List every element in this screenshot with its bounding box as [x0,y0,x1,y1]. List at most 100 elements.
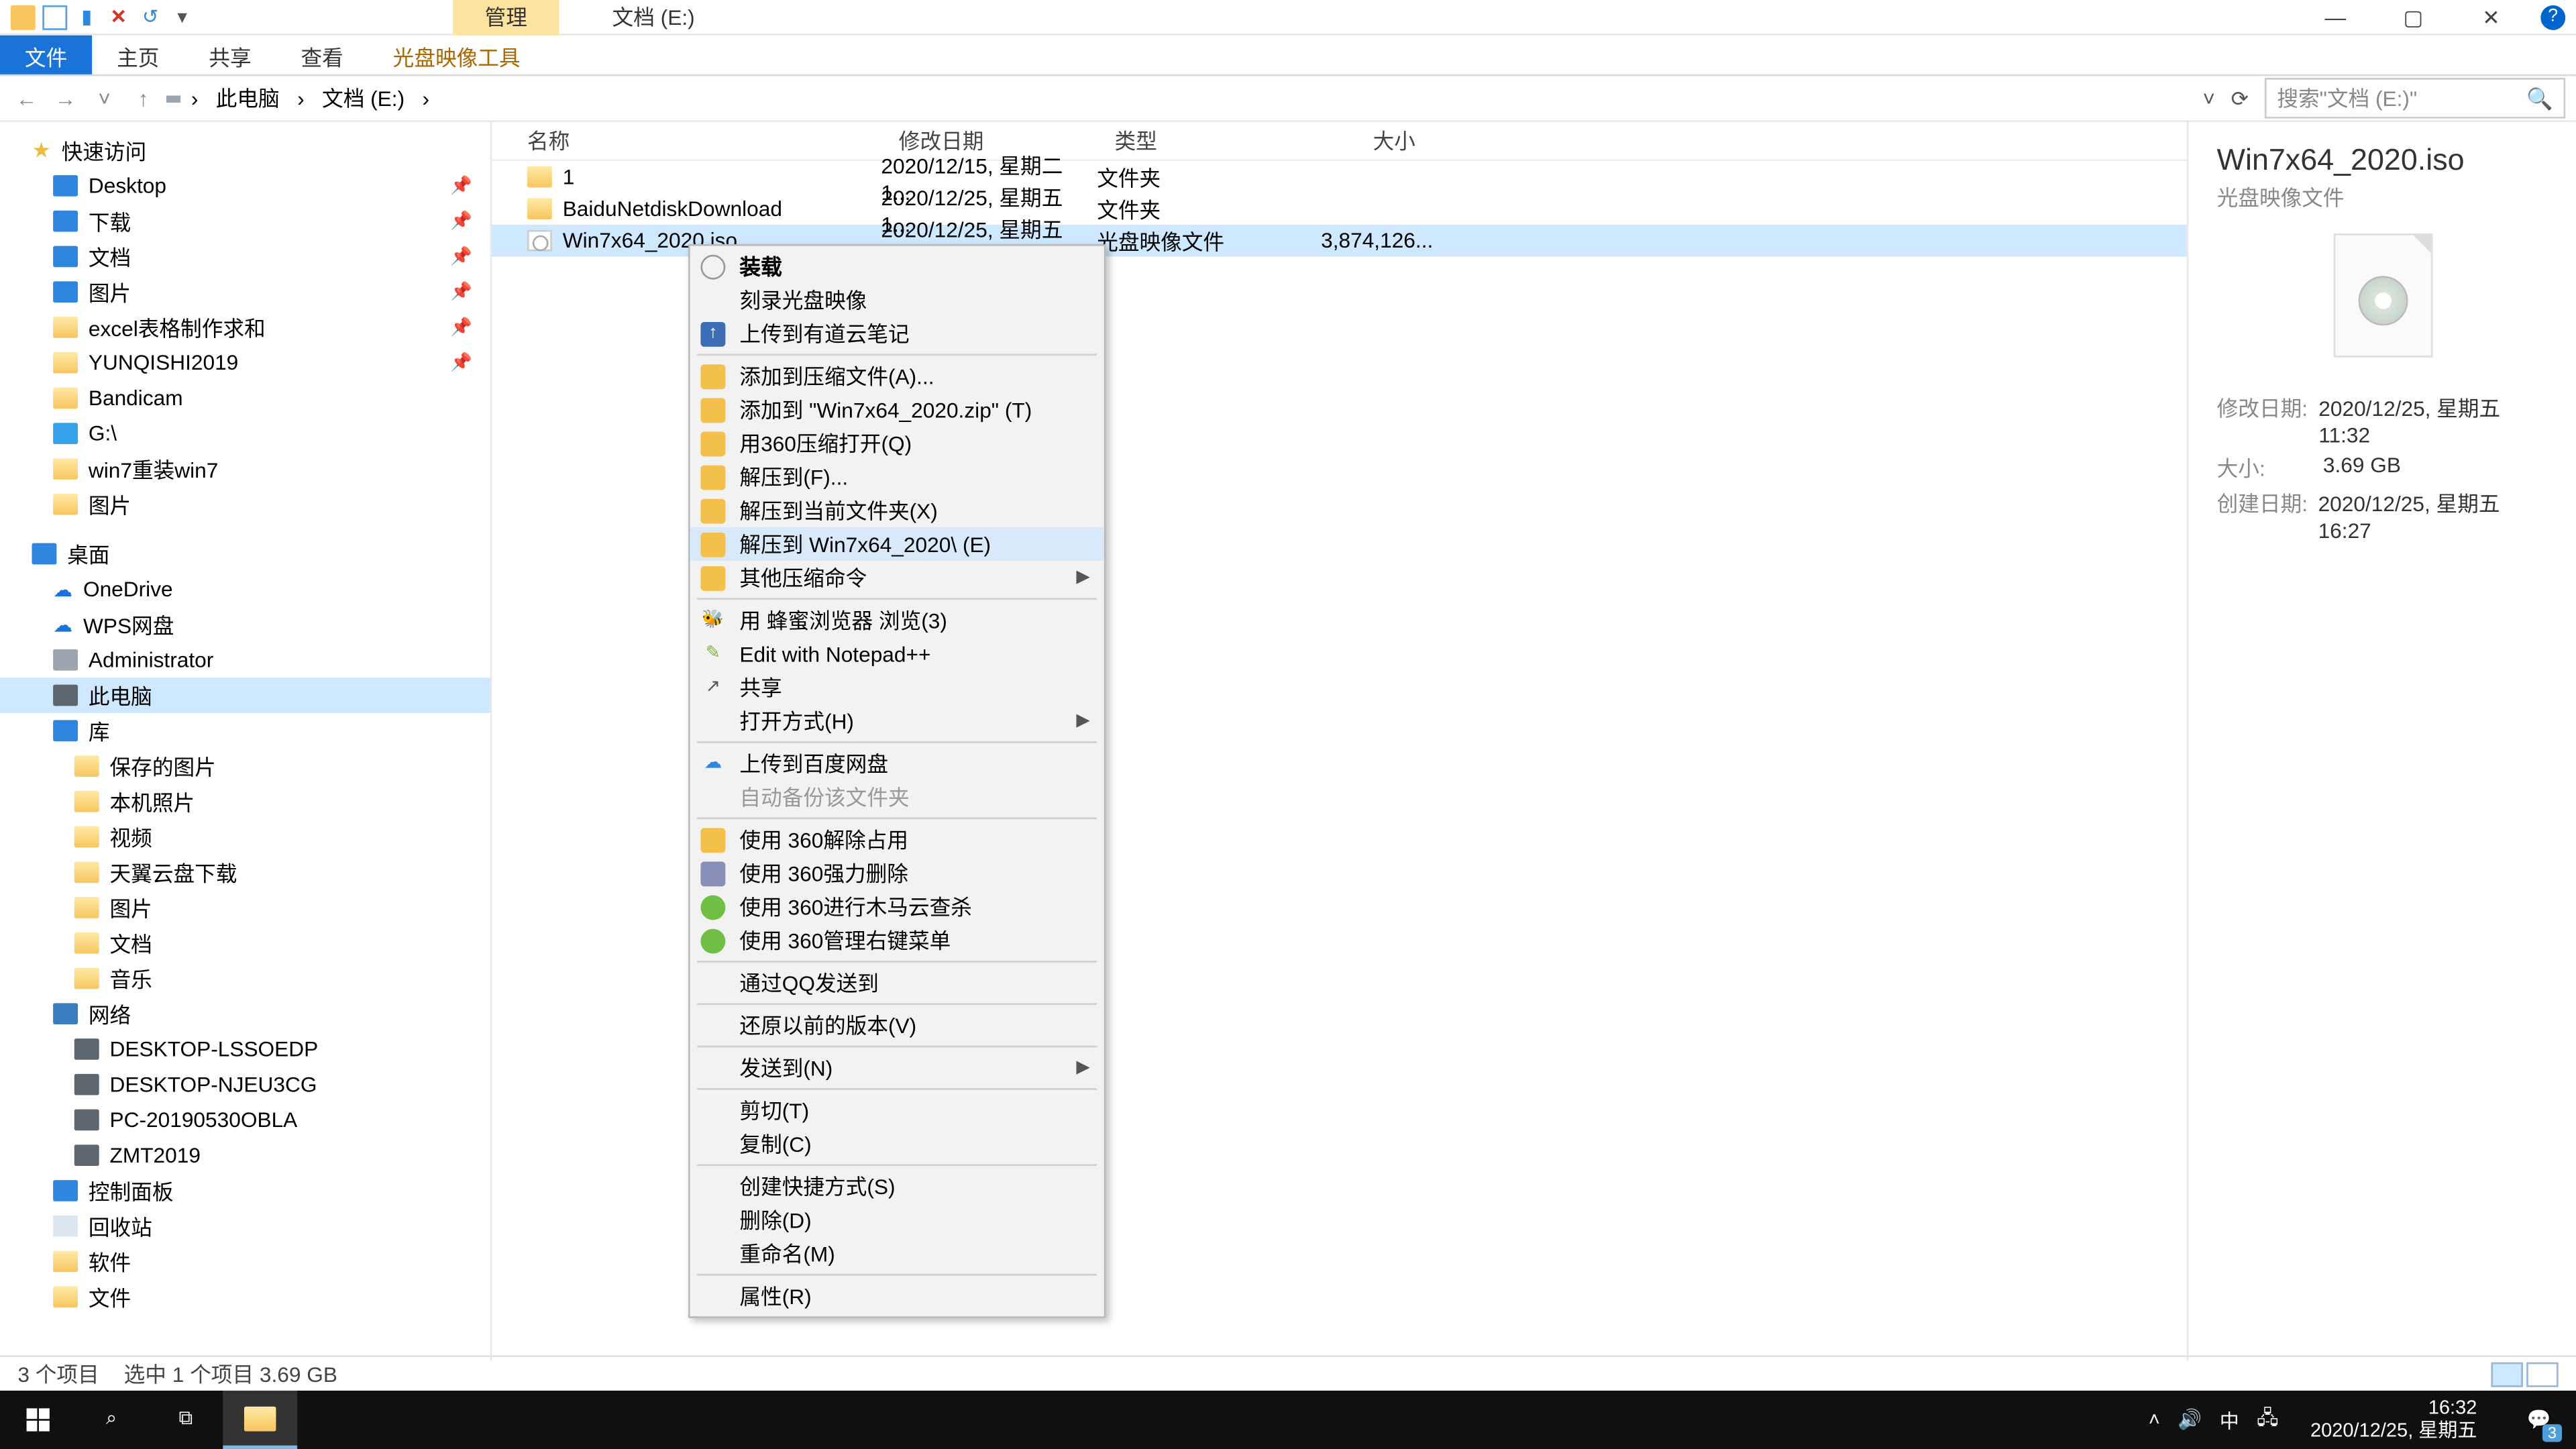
nav-software[interactable]: 软件 [0,1244,490,1279]
maximize-button[interactable]: ▢ [2374,0,2452,34]
nav-files[interactable]: 文件 [0,1279,490,1315]
nav-excel[interactable]: excel表格制作求和📌 [0,310,490,345]
ctx-delete[interactable]: 删除(D) [690,1203,1104,1236]
clock[interactable]: 16:32 2020/12/25, 星期五 [2296,1399,2491,1442]
nav-video[interactable]: 视频 [0,819,490,855]
nav-lib-docs[interactable]: 文档 [0,925,490,961]
ctx-mount[interactable]: 装载 [690,250,1104,283]
nav-net1[interactable]: DESKTOP-LSSOEDP [0,1032,490,1067]
tab-iso-tools[interactable]: 光盘映像工具 [368,36,545,74]
search-button[interactable]: ⌕ [74,1391,149,1449]
ctx-qq-send[interactable]: 通过QQ发送到 [690,966,1104,1000]
start-button[interactable] [0,1391,74,1449]
volume-icon[interactable]: 🔊 [2178,1408,2202,1431]
ctx-burn[interactable]: 刻录光盘映像 [690,283,1104,317]
ctx-notepad-plus[interactable]: ✎Edit with Notepad++ [690,637,1104,670]
col-size[interactable]: 大小 [1274,125,1433,156]
nav-network[interactable]: 网络 [0,996,490,1032]
nav-pics2[interactable]: 图片 [0,486,490,522]
ctx-360-unlock[interactable]: 使用 360解除占用 [690,822,1104,856]
ctx-other-archive[interactable]: 其他压缩命令▶ [690,561,1104,594]
file-row[interactable]: 1 2020/12/15, 星期二 1... 文件夹 [492,161,2187,193]
ctx-share[interactable]: ↗共享 [690,671,1104,704]
search-input[interactable]: 搜索"文档 (E:)" 🔍 [2265,78,2565,119]
ctx-open-with[interactable]: 打开方式(H)▶ [690,704,1104,738]
ctx-baidu-upload[interactable]: ☁上传到百度网盘 [690,747,1104,780]
ctx-cut[interactable]: 剪切(T) [690,1093,1104,1127]
ctx-360-force-delete[interactable]: 使用 360强力删除 [690,857,1104,890]
file-row[interactable]: BaiduNetdiskDownload 2020/12/25, 星期五 1..… [492,193,2187,224]
nav-onedrive[interactable]: ☁OneDrive [0,572,490,607]
view-tiles-button[interactable] [2526,1361,2558,1386]
forward-button[interactable]: → [50,86,81,111]
ctx-360-manage-menu[interactable]: 使用 360管理右键菜单 [690,924,1104,957]
explorer-task[interactable] [223,1391,297,1449]
ctx-add-zip[interactable]: 添加到 "Win7x64_2020.zip" (T) [690,393,1104,427]
action-center[interactable]: 💬 3 [2509,1391,2569,1449]
refresh-button[interactable]: ⟳ [2222,86,2258,111]
nav-lib[interactable]: 库 [0,713,490,749]
nav-net3[interactable]: PC-20190530OBLA [0,1102,490,1138]
tab-home[interactable]: 主页 [92,36,184,74]
tab-share[interactable]: 共享 [184,36,276,74]
tray-chevron-icon[interactable]: ˄ [2149,1409,2160,1431]
crumb-thispc[interactable]: 此电脑 [209,80,286,117]
checkbox-icon[interactable] [42,5,67,30]
ctx-properties[interactable]: 属性(R) [690,1279,1104,1313]
qat-dropdown-icon[interactable]: ▾ [170,5,195,30]
ctx-create-shortcut[interactable]: 创建快捷方式(S) [690,1169,1104,1203]
ctx-extract-to[interactable]: 解压到(F)... [690,460,1104,494]
ime-indicator[interactable]: 中 [2220,1405,2239,1434]
nav-bandicam[interactable]: Bandicam [0,380,490,416]
ctx-copy[interactable]: 复制(C) [690,1127,1104,1161]
ctx-extract-here[interactable]: 解压到当前文件夹(X) [690,494,1104,527]
column-headers[interactable]: 名称 修改日期 类型 大小 [492,122,2187,161]
ctx-extract-folder[interactable]: 解压到 Win7x64_2020\ (E) [690,527,1104,561]
address-dropdown-icon[interactable]: ˅ [2203,86,2216,111]
nav-docs[interactable]: 文档📌 [0,239,490,274]
pin-blue-icon[interactable]: ▮ [74,5,99,30]
network-icon[interactable]: 🖧 [2257,1403,2278,1436]
ctx-send-to[interactable]: 发送到(N)▶ [690,1051,1104,1085]
ctx-open-360zip[interactable]: 用360压缩打开(Q) [690,427,1104,460]
ctx-restore-version[interactable]: 还原以前的版本(V) [690,1008,1104,1042]
ctx-youdao[interactable]: ↑上传到有道云笔记 [690,317,1104,350]
nav-net2[interactable]: DESKTOP-NJEU3CG [0,1067,490,1102]
nav-yunqishi[interactable]: YUNQISHI2019📌 [0,345,490,380]
nav-local-photos[interactable]: 本机照片 [0,784,490,819]
close-button[interactable]: ✕ [2452,0,2530,34]
nav-lib-music[interactable]: 音乐 [0,961,490,996]
nav-admin[interactable]: Administrator [0,642,490,678]
ctx-honey-browser[interactable]: 🐝用 蜂蜜浏览器 浏览(3) [690,603,1104,637]
col-type[interactable]: 类型 [1097,125,1274,156]
col-name[interactable]: 名称 [492,125,881,156]
contextual-tab-manage[interactable]: 管理 [453,0,559,36]
nav-lib-pics[interactable]: 图片 [0,890,490,926]
task-view-button[interactable]: ⧉ [149,1391,223,1449]
nav-pics[interactable]: 图片📌 [0,274,490,310]
recent-dropdown[interactable]: ˅ [89,86,120,111]
minimize-button[interactable]: — [2296,0,2374,34]
ctx-rename[interactable]: 重命名(M) [690,1237,1104,1271]
nav-gdrive[interactable]: G:\ [0,416,490,451]
tab-file[interactable]: 文件 [0,36,92,74]
delete-red-icon[interactable]: ✕ [106,5,131,30]
nav-recycle[interactable]: 回收站 [0,1208,490,1244]
nav-thispc[interactable]: 此电脑 [0,678,490,713]
ctx-add-archive[interactable]: 添加到压缩文件(A)... [690,359,1104,392]
help-icon[interactable]: ? [2540,5,2565,30]
breadcrumb[interactable]: › 此电脑 › 文档 (E:) › [166,80,2196,117]
back-button[interactable]: ← [11,86,42,111]
ctx-360-trojan-scan[interactable]: 使用 360进行木马云查杀 [690,890,1104,924]
view-details-button[interactable] [2491,1361,2522,1386]
tab-view[interactable]: 查看 [276,36,368,74]
nav-downloads[interactable]: 下载📌 [0,203,490,239]
nav-win7re[interactable]: win7重装win7 [0,451,490,487]
nav-desktop[interactable]: Desktop📌 [0,168,490,204]
nav-saved-pics[interactable]: 保存的图片 [0,749,490,784]
up-button[interactable]: ↑ [127,86,159,111]
nav-net4[interactable]: ZMT2019 [0,1138,490,1173]
nav-tianyi[interactable]: 天翼云盘下载 [0,855,490,890]
nav-wps[interactable]: ☁WPS网盘 [0,607,490,643]
nav-desktop-group[interactable]: 桌面 [0,536,490,572]
